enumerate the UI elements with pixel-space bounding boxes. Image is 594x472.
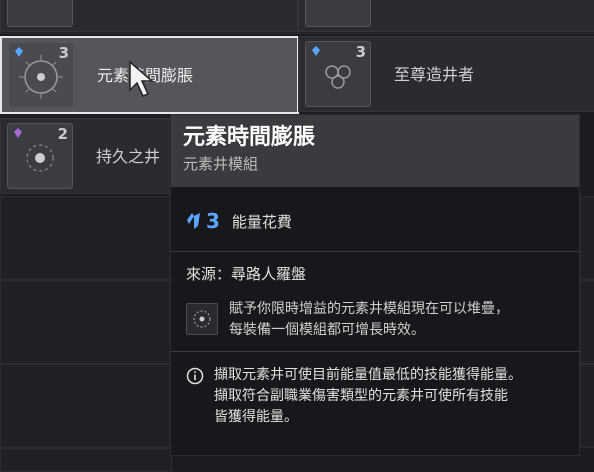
grid-cell: [0, 280, 172, 364]
mod-cost: 3: [58, 44, 69, 62]
note-line: 皆獲得能量。: [214, 409, 298, 425]
perk-line: 賦予你限時增益的元素井模組現在可以堆疊，: [229, 301, 509, 317]
tooltip-source: 來源：尋路人羅盤: [186, 265, 307, 283]
mod-icon: [305, 0, 371, 27]
mod-icon: 2: [7, 123, 73, 189]
note-text: 擷取元素井可使目前能量值最低的技能獲得能量。 擷取符合副職業傷害類型的元素井可使…: [214, 365, 569, 428]
mod-icon: 3: [305, 41, 371, 107]
mod-tooltip: 元素時間膨脹 元素井模組 3 能量花費 來源：尋路人羅盤 賦予你限時增益的元素井…: [170, 114, 580, 456]
mod-row-partial[interactable]: [298, 0, 594, 32]
mod-icon: 3: [8, 42, 74, 108]
mod-cost: 3: [355, 43, 366, 61]
info-icon: [186, 367, 204, 385]
grid-cell: [0, 196, 172, 280]
energy-cost-label: 能量花費: [231, 212, 292, 231]
cursor-icon: [129, 60, 155, 97]
grid-cell: [580, 280, 594, 364]
mod-cost: 2: [57, 125, 68, 143]
grid-cell: [0, 364, 172, 448]
mod-name: 至尊造井者: [394, 65, 475, 84]
mod-icon: [7, 0, 73, 27]
energy-icon: [187, 213, 200, 229]
grid-cell: [580, 364, 594, 448]
note-line: 擷取符合副職業傷害類型的元素井可使所有技能: [214, 388, 508, 404]
perk-text: 賦予你限時增益的元素井模組現在可以堆疊， 每裝備一個模組都可增長時效。: [229, 299, 569, 341]
energy-cost-value: 3: [206, 209, 220, 233]
grid-cell: [580, 196, 594, 280]
note-line: 擷取元素井可使目前能量值最低的技能獲得能量。: [214, 367, 522, 383]
energy-cost: 3 能量花費: [186, 208, 292, 234]
divider: [171, 351, 579, 352]
tooltip-title: 元素時間膨脹: [183, 125, 316, 150]
mod-row-partial[interactable]: [0, 0, 298, 32]
divider: [171, 251, 579, 252]
grid-cell: [0, 448, 172, 472]
mod-row-supreme-wellmaker[interactable]: 3 至尊造井者: [298, 36, 594, 112]
tooltip-header: 元素時間膨脹 元素井模組: [171, 115, 579, 187]
perk-icon: [186, 303, 218, 335]
perk-line: 每裝備一個模組都可增長時效。: [229, 322, 425, 338]
tooltip-subtitle: 元素井模組: [183, 155, 259, 173]
mod-name: 持久之井: [96, 147, 161, 166]
